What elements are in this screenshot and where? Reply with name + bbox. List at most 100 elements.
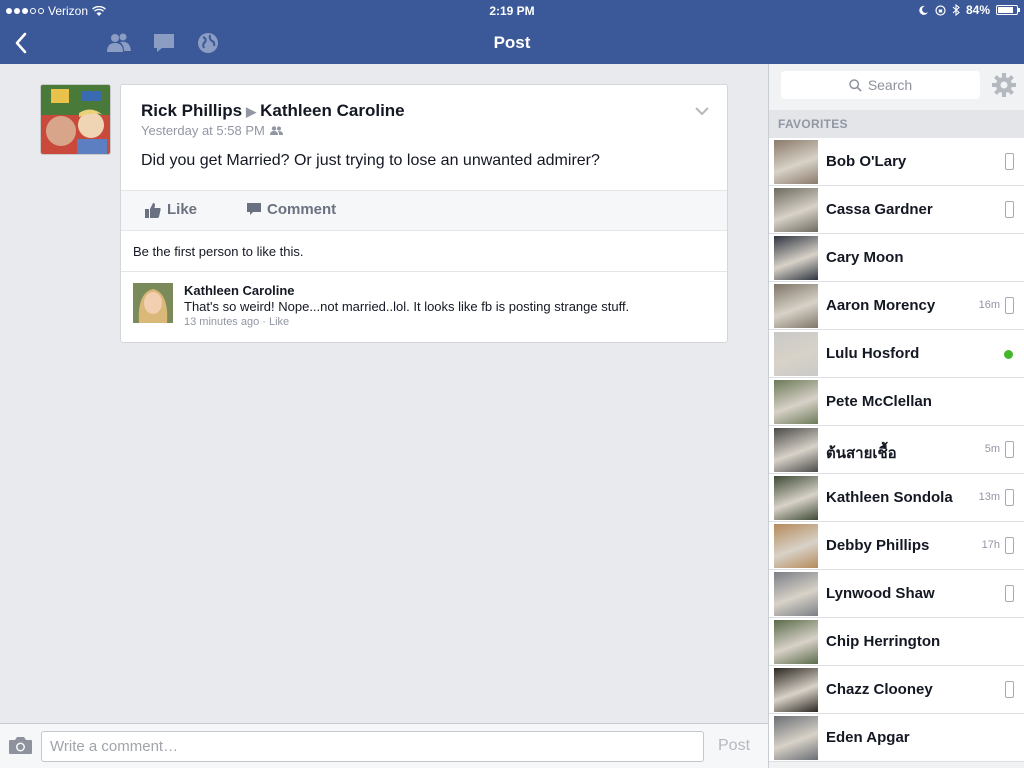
mobile-phone-icon <box>1005 441 1014 458</box>
comment-text: That's so weird! Nope...not married..lol… <box>184 299 630 314</box>
author-photo <box>41 85 110 154</box>
contact-avatar <box>774 620 818 664</box>
search-placeholder: Search <box>867 77 913 93</box>
contact-avatar <box>774 140 818 184</box>
status-time: 2:19 PM <box>489 4 535 18</box>
contact-name: Eden Apgar <box>826 729 910 746</box>
sidebar-search[interactable]: Search <box>781 71 980 99</box>
post-meta: Yesterday at 5:58 PM <box>141 123 283 138</box>
author-avatar[interactable] <box>40 84 111 155</box>
comment-time: 13 minutes ago <box>184 316 260 328</box>
contact-avatar <box>774 332 818 376</box>
post-timestamp[interactable]: Yesterday at 5:58 PM <box>141 123 265 138</box>
post-comment-button[interactable]: Post <box>718 737 750 755</box>
contact-name: Debby Phillips <box>826 537 930 554</box>
post-view: Rick Phillips ▶ Kathleen Caroline Yesterda… <box>0 64 768 724</box>
chat-sidebar: Search FAVORITES Bob O'Lary Cassa Gardner… <box>768 64 1024 768</box>
search-icon <box>849 78 862 92</box>
favorites-header: FAVORITES <box>769 110 1024 138</box>
contact-row[interactable]: ต้นสายเชื้อ 5m <box>769 426 1024 474</box>
contact-last-active: 17h <box>981 539 1000 551</box>
camera-icon <box>9 737 32 754</box>
comment-icon <box>247 203 261 215</box>
post-body: Did you get Married? Or just trying to l… <box>141 152 600 169</box>
contact-avatar <box>774 188 818 232</box>
comment-author[interactable]: Kathleen Caroline <box>184 283 295 298</box>
comment-composer: Post <box>0 723 768 768</box>
contact-avatar <box>774 716 818 760</box>
status-right: 84% <box>919 3 1020 17</box>
contact-avatar <box>774 524 818 568</box>
mobile-phone-icon <box>1005 537 1014 554</box>
arrow-right-icon: ▶ <box>246 104 257 119</box>
comment-like-link[interactable]: Like <box>269 316 289 328</box>
thumbs-up-icon <box>145 202 161 218</box>
gear-icon <box>992 73 1016 97</box>
friends-privacy-icon <box>269 126 283 135</box>
contact-name: Pete McClellan <box>826 393 932 410</box>
contact-name: Kathleen Sondola <box>826 489 953 506</box>
contact-name: Lulu Hosford <box>826 345 920 362</box>
contact-last-active: 13m <box>978 491 1000 503</box>
contact-avatar <box>774 236 818 280</box>
divider <box>121 271 727 272</box>
comment-label: Comment <box>267 201 337 218</box>
attach-photo-button[interactable] <box>8 736 33 760</box>
contact-name: Bob O'Lary <box>826 153 907 170</box>
contact-row[interactable]: Lulu Hosford <box>769 330 1024 378</box>
chevron-down-icon <box>695 107 709 116</box>
mobile-phone-icon <box>1005 681 1014 698</box>
status-bar: Verizon 2:19 PM 84% <box>0 0 1024 22</box>
contact-avatar <box>774 572 818 616</box>
contact-name: Chazz Clooney <box>826 681 933 698</box>
commenter-photo <box>133 283 173 323</box>
likes-summary: Be the first person to like this. <box>133 244 304 259</box>
post-author-name[interactable]: Rick Phillips <box>141 101 242 120</box>
mobile-phone-icon <box>1005 201 1014 218</box>
comment-item: Kathleen Caroline That's so weird! Nope.… <box>133 283 713 331</box>
contact-name: Cassa Gardner <box>826 201 933 218</box>
rotation-lock-icon <box>935 4 946 16</box>
like-label: Like <box>167 201 198 218</box>
chat-settings-button[interactable] <box>992 73 1016 102</box>
contact-row[interactable]: Aaron Morency 16m <box>769 282 1024 330</box>
like-button[interactable]: Like <box>145 201 197 218</box>
contact-row[interactable]: Eden Apgar <box>769 714 1024 762</box>
post-card: Rick Phillips ▶ Kathleen Caroline Yesterda… <box>120 84 728 343</box>
contact-row[interactable]: Cary Moon <box>769 234 1024 282</box>
contact-name: Cary Moon <box>826 249 904 266</box>
comment-button[interactable]: Comment <box>247 201 336 218</box>
contact-row[interactable]: Lynwood Shaw <box>769 570 1024 618</box>
contact-list: Bob O'Lary Cassa Gardner Cary Moon Aaron Mo… <box>769 138 1024 762</box>
contact-row[interactable]: Chazz Clooney <box>769 666 1024 714</box>
contact-name: ต้นสายเชื้อ <box>826 445 897 462</box>
bluetooth-icon <box>952 4 960 16</box>
mobile-phone-icon <box>1005 153 1014 170</box>
contact-row[interactable]: Chip Herrington <box>769 618 1024 666</box>
mobile-phone-icon <box>1005 297 1014 314</box>
post-recipient-name[interactable]: Kathleen Caroline <box>260 101 405 120</box>
contact-last-active: 16m <box>978 299 1000 311</box>
post-options-button[interactable] <box>695 103 709 121</box>
contact-row[interactable]: Cassa Gardner <box>769 186 1024 234</box>
battery-icon <box>996 5 1020 15</box>
contact-row[interactable]: Pete McClellan <box>769 378 1024 426</box>
contact-avatar <box>774 380 818 424</box>
contact-last-active: 5m <box>984 443 1000 455</box>
comment-avatar[interactable] <box>133 283 173 323</box>
comment-input[interactable] <box>41 731 704 762</box>
contact-row[interactable]: Kathleen Sondola 13m <box>769 474 1024 522</box>
online-status-dot <box>1004 350 1013 359</box>
contact-row[interactable]: Bob O'Lary <box>769 138 1024 186</box>
mobile-phone-icon <box>1005 489 1014 506</box>
page-title: Post <box>493 33 531 52</box>
post-header: Rick Phillips ▶ Kathleen Caroline <box>141 101 405 121</box>
contact-avatar <box>774 668 818 712</box>
contact-avatar <box>774 428 818 472</box>
post-actions: Like Comment <box>121 190 727 231</box>
contact-name: Chip Herrington <box>826 633 941 650</box>
contact-row[interactable]: Debby Phillips 17h <box>769 522 1024 570</box>
moon-icon <box>919 5 928 15</box>
comment-meta: 13 minutes ago · Like <box>184 316 290 328</box>
nav-bar: Post <box>0 22 1024 64</box>
